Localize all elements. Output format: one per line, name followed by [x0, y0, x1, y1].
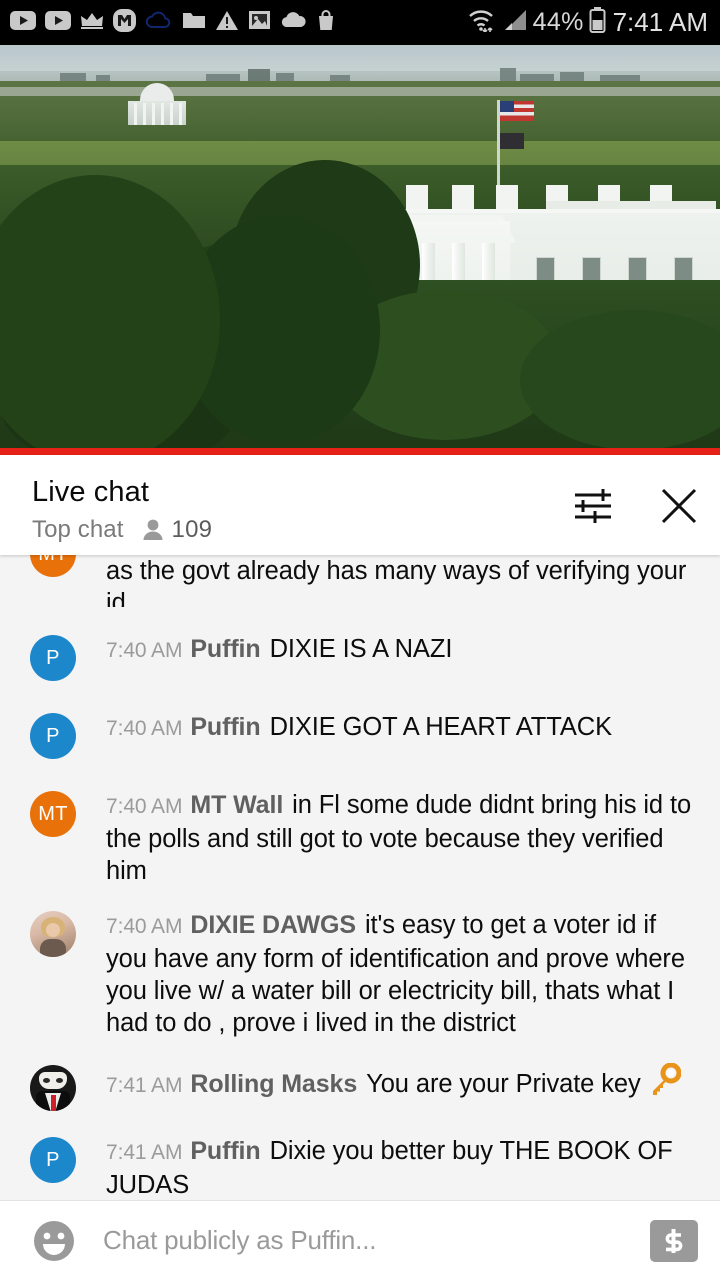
- video-progress-fill: [0, 448, 720, 455]
- chat-mode-selector[interactable]: Top chat: [32, 516, 124, 544]
- warning-triangle-icon: [215, 10, 239, 36]
- message-timestamp: 7:40 AM: [106, 717, 183, 740]
- key-emoji: [647, 1062, 682, 1105]
- message-timestamp: 7:41 AM: [106, 1074, 183, 1097]
- viewer-count: 109: [171, 515, 213, 543]
- avatar[interactable]: MT: [30, 791, 76, 837]
- message-text: DIXIE GOT A HEART ATTACK: [269, 713, 613, 741]
- chat-message[interactable]: P 7:41 AM Puffin Dixie you better buy THE …: [0, 1133, 720, 1200]
- message-body: 7:40 AM DIXIE DAWGS it's easy to get a vot…: [106, 907, 698, 1039]
- image-icon: [248, 10, 271, 35]
- chat-header-text-group: Live chat Top chat 109: [32, 477, 570, 544]
- message-author[interactable]: DIXIE DAWGS: [190, 911, 356, 939]
- status-bar-clock: 7:41 AM: [612, 7, 708, 37]
- message-author[interactable]: MT Wall: [190, 791, 283, 819]
- chat-message[interactable]: 7:41 AM Rolling Masks You are your Private…: [0, 1061, 720, 1111]
- chat-header-actions: [570, 483, 702, 529]
- chat-message[interactable]: MT 7:40 AM MT Wall in Fl some dude didnt b…: [0, 787, 720, 887]
- chat-input[interactable]: [103, 1225, 636, 1256]
- jefferson-memorial: [126, 83, 188, 125]
- message-body: 7:41 AM Puffin Dixie you better buy THE BO…: [106, 1133, 698, 1200]
- message-text: as the govt already has many ways of ver…: [106, 557, 687, 607]
- message-body: 7:41 AM Rolling Masks You are your Private…: [106, 1061, 698, 1111]
- chat-title: Live chat: [32, 476, 149, 508]
- avatar[interactable]: P: [30, 713, 76, 759]
- avatar-mask-eye: [56, 1078, 63, 1083]
- battery-icon: [589, 7, 606, 38]
- message-author[interactable]: Puffin: [190, 635, 260, 663]
- avatar-initials: P: [46, 724, 60, 747]
- avatar-mask-tie: [51, 1095, 56, 1111]
- video-progress-bar[interactable]: [0, 448, 720, 455]
- status-bar-notification-icons: [10, 8, 336, 37]
- avatar[interactable]: P: [30, 1137, 76, 1183]
- chat-message-list[interactable]: MT as the govt already has many ways of …: [0, 555, 720, 1200]
- message-timestamp: 7:40 AM: [106, 795, 183, 818]
- status-bar: 44% 7:41 AM: [0, 0, 720, 45]
- message-author[interactable]: Puffin: [190, 1137, 260, 1165]
- video-frame-white-house: [0, 45, 720, 455]
- avatar[interactable]: P: [30, 635, 76, 681]
- avatar-initials: MT: [38, 555, 67, 566]
- mega-icon: [113, 8, 136, 37]
- message-timestamp: 7:40 AM: [106, 915, 183, 938]
- chat-input-bar: [0, 1200, 720, 1280]
- message-body: 7:40 AM Puffin DIXIE GOT A HEART ATTACK: [106, 709, 698, 759]
- youtube-icon: [45, 10, 71, 35]
- message-body: 7:40 AM MT Wall in Fl some dude didnt brin…: [106, 787, 698, 887]
- chat-message[interactable]: 7:40 AM DIXIE DAWGS it's easy to get a vot…: [0, 907, 720, 1039]
- avatar-initials: MT: [38, 802, 68, 825]
- battery-percent-label: 44%: [532, 8, 584, 36]
- tune-sliders-icon[interactable]: [570, 483, 616, 529]
- message-body: as the govt already has many ways of ver…: [106, 555, 698, 607]
- avatar[interactable]: MT: [30, 555, 76, 577]
- avatar-photo-torso: [40, 939, 66, 957]
- avatar-initials: P: [46, 1148, 60, 1171]
- wifi-icon: [467, 8, 497, 37]
- message-body: 7:40 AM Puffin DIXIE IS A NAZI: [106, 631, 698, 681]
- message-author[interactable]: Puffin: [190, 713, 260, 741]
- shopping-bag-icon: [316, 9, 336, 36]
- chat-message[interactable]: P 7:40 AM Puffin DIXIE IS A NAZI: [0, 631, 720, 681]
- avatar-initials: P: [46, 646, 60, 669]
- message-timestamp: 7:40 AM: [106, 639, 183, 662]
- folder-icon: [182, 10, 206, 35]
- cloud-icon: [280, 12, 307, 33]
- message-text: You are your Private key: [366, 1070, 641, 1098]
- avatar-mask-eye: [43, 1078, 50, 1083]
- live-chat-header: Live chat Top chat 109: [0, 455, 720, 555]
- cellular-signal-icon: [502, 8, 528, 37]
- avatar-photo-face: [46, 923, 60, 937]
- crown-icon: [80, 10, 104, 35]
- dollar-superchat-icon[interactable]: [650, 1219, 698, 1262]
- video-player[interactable]: [0, 45, 720, 455]
- chat-message[interactable]: P 7:40 AM Puffin DIXIE GOT A HEART ATTACK: [0, 709, 720, 759]
- avatar[interactable]: [30, 911, 76, 957]
- avatar[interactable]: [30, 1065, 76, 1111]
- youtube-icon: [10, 10, 36, 35]
- person-icon: [142, 518, 164, 542]
- message-author[interactable]: Rolling Masks: [190, 1070, 357, 1098]
- chat-subheader: Top chat 109: [32, 516, 570, 544]
- message-text: DIXIE IS A NAZI: [269, 635, 453, 663]
- emoji-smiley-icon[interactable]: [30, 1217, 78, 1265]
- status-bar-system-icons: 44% 7:41 AM: [467, 7, 708, 38]
- close-icon[interactable]: [656, 483, 702, 529]
- message-timestamp: 7:41 AM: [106, 1141, 183, 1164]
- chat-message-partial[interactable]: MT as the govt already has many ways of …: [0, 555, 720, 607]
- cloud-outline-icon: [145, 10, 173, 35]
